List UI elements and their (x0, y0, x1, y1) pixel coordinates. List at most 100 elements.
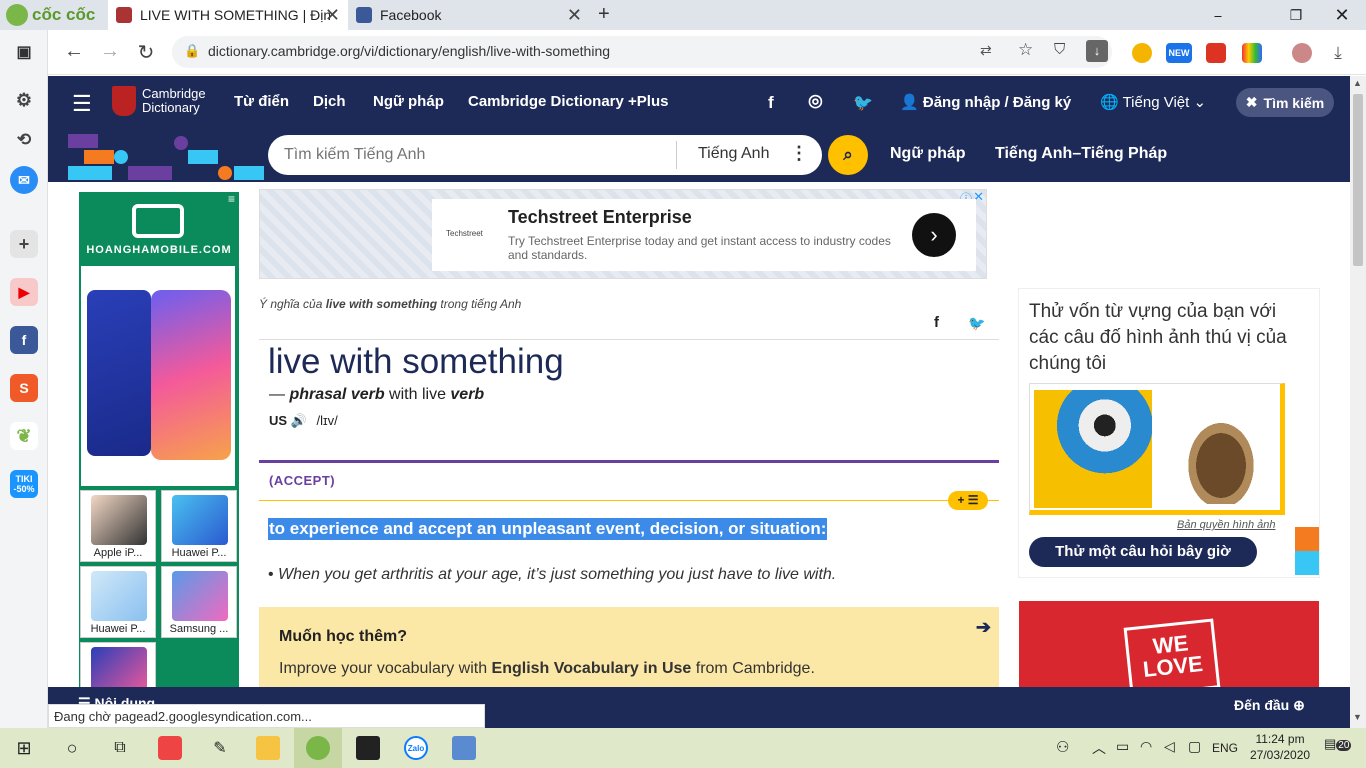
close-tab-icon[interactable]: ✕ (325, 5, 340, 26)
sub-nav-grammar[interactable]: Ngữ pháp (890, 145, 966, 163)
wifi-icon[interactable]: ◠ (1140, 738, 1152, 755)
language-selector[interactable]: 🌐 Tiếng Việt ⌄ (1100, 93, 1206, 111)
minimize-icon[interactable]: ⎯ (1196, 0, 1240, 30)
forward-icon[interactable]: → (98, 40, 122, 63)
more-options-icon[interactable]: ⋮ (790, 143, 808, 164)
image-copyright[interactable]: Bản quyền hình ảnh (1177, 519, 1275, 531)
decor-blue (1295, 551, 1319, 575)
downloads-icon[interactable]: ⤓ (1328, 43, 1348, 63)
clock[interactable]: 11:24 pm 27/03/2020 (1250, 731, 1310, 763)
product-tile[interactable] (80, 642, 156, 687)
page-scrollbar[interactable]: ▲ ▼ (1350, 76, 1366, 728)
sticky-notes-icon[interactable] (356, 736, 380, 760)
youtube-icon[interactable]: ▶ (10, 278, 38, 306)
volume-icon[interactable]: ◁ (1164, 738, 1175, 755)
ad-menu-icon[interactable]: ≡ (228, 192, 235, 206)
translate-icon[interactable]: ⇄ (980, 42, 992, 59)
facebook-icon[interactable]: f (768, 93, 774, 113)
file-explorer-icon[interactable] (256, 736, 280, 760)
tab-title: LIVE WITH SOMETHING | Định (140, 7, 330, 23)
product-tile[interactable]: Huawei P... (161, 490, 237, 562)
chrome-ext-icon[interactable] (1132, 43, 1152, 63)
url-field[interactable]: 🔒 dictionary.cambridge.org/vi/dictionary… (172, 36, 1112, 68)
nav-dictionary[interactable]: Từ điển (234, 93, 289, 110)
tray-expand-icon[interactable]: ︿ (1092, 738, 1106, 758)
search-input[interactable] (284, 143, 664, 167)
colors-ext-icon[interactable] (1242, 43, 1262, 63)
bookmark-star-icon[interactable]: ☆ (1018, 40, 1033, 60)
messenger-icon[interactable]: ✉ (10, 166, 38, 194)
add-to-list-button[interactable]: + ☰ (948, 491, 988, 510)
back-to-top-link[interactable]: Đến đầu ⊕ (1234, 697, 1305, 714)
close-window-icon[interactable]: ✕ (1320, 0, 1364, 30)
battery-icon[interactable]: ▭ (1116, 738, 1129, 755)
tab-cambridge[interactable]: LIVE WITH SOMETHING | Định ✕ (108, 0, 348, 30)
learn-more-box[interactable]: Muốn học thêm? ➔ Improve your vocabulary… (259, 607, 999, 687)
display-icon[interactable]: ▢ (1188, 738, 1201, 755)
download-ext-icon[interactable]: ↓ (1086, 40, 1108, 62)
share-facebook-icon[interactable]: f (934, 314, 939, 331)
close-tab-icon[interactable]: ✕ (567, 5, 582, 26)
leaf-app-icon[interactable]: ❦ (10, 422, 38, 450)
restore-icon[interactable]: ❐ (1274, 0, 1318, 30)
facebook-icon[interactable]: f (10, 326, 38, 354)
quiz-button[interactable]: Thử một câu hỏi bây giờ (1029, 537, 1257, 567)
page-viewport: ☰ Cambridge Dictionary Từ điển Dịch Ngữ … (48, 76, 1350, 687)
ad-next-button[interactable]: › (912, 213, 956, 257)
sidebar-panel-icon[interactable]: ▣ (10, 38, 38, 66)
lock-icon: 🔒 (184, 43, 201, 58)
red-ext-icon[interactable] (1206, 43, 1226, 63)
ad-card[interactable]: Techstreet Techstreet Enterprise Try Tec… (432, 199, 976, 271)
new-tab-icon[interactable]: + (598, 3, 610, 26)
quiz-image[interactable] (1029, 383, 1285, 515)
nav-plus[interactable]: Cambridge Dictionary +Plus (468, 93, 668, 110)
instagram-icon[interactable]: ◎ (808, 91, 823, 111)
scroll-thumb[interactable] (1353, 94, 1363, 266)
coccoc-task-active[interactable] (294, 728, 342, 768)
sub-nav-english-french[interactable]: Tiếng Anh–Tiếng Pháp (995, 145, 1167, 163)
speaker-icon[interactable]: 🔊 (291, 413, 311, 428)
scroll-down-icon[interactable]: ▼ (1353, 712, 1362, 722)
menu-icon[interactable]: ☰ (72, 91, 92, 117)
reload-icon[interactable]: ↻ (134, 40, 158, 65)
product-tile[interactable]: Samsung ... (161, 566, 237, 638)
input-language[interactable]: ENG (1212, 741, 1238, 755)
close-search-button[interactable]: ✖ Tìm kiếm (1236, 88, 1334, 117)
zalo-icon[interactable]: Zalo (404, 736, 428, 760)
cambridge-logo[interactable]: Cambridge Dictionary (112, 86, 206, 116)
avatar[interactable] (1292, 43, 1312, 63)
search-button[interactable]: ⌕ (828, 135, 868, 175)
settings-gear-icon[interactable]: ⚙ (10, 86, 38, 114)
nav-grammar[interactable]: Ngữ pháp (373, 93, 444, 110)
task-view-icon[interactable]: ⧉ (108, 736, 132, 760)
add-app-icon[interactable]: + (10, 230, 38, 258)
product-tile[interactable]: Huawei P... (80, 566, 156, 638)
tiki-app-icon[interactable]: TIKI -50% (10, 470, 38, 498)
back-icon[interactable]: ← (62, 40, 86, 63)
share-twitter-icon[interactable]: 🐦 (968, 315, 985, 332)
paint-app-icon[interactable]: ✎ (208, 736, 232, 760)
search-language-selector[interactable]: Tiếng Anh (698, 145, 769, 163)
windows-start-icon[interactable]: ⊞ (12, 736, 36, 760)
right-ad[interactable]: WE LOVE (1019, 601, 1319, 687)
learn-link[interactable]: English Vocabulary in Use (492, 660, 692, 677)
tab-facebook[interactable]: Facebook ✕ (348, 0, 590, 30)
left-ad[interactable]: ≡ HOANGHAMOBILE.COM Apple iP... Huawei P… (79, 192, 239, 687)
app-icon-1[interactable] (158, 736, 182, 760)
nav-translate[interactable]: Dịch (313, 93, 346, 110)
people-icon[interactable]: ⚇ (1056, 738, 1069, 756)
product-tile[interactable]: Apple iP... (80, 490, 156, 562)
app-icon-2[interactable] (452, 736, 476, 760)
twitter-icon[interactable]: 🐦 (853, 93, 873, 113)
login-link[interactable]: 👤 Đăng nhập / Đăng ký (900, 93, 1071, 111)
shield-icon[interactable]: ⛉ (1054, 41, 1065, 58)
top-ad[interactable]: ⓘ ✕ Techstreet Techstreet Enterprise Try… (259, 189, 987, 279)
coccoc-logo[interactable]: cốc cốc (6, 4, 95, 26)
notifications-icon[interactable]: ▤ 20 (1324, 736, 1352, 752)
scroll-up-icon[interactable]: ▲ (1353, 78, 1362, 88)
history-icon[interactable]: ⟲ (10, 126, 38, 154)
shopee-icon[interactable]: S (10, 374, 38, 402)
search-circle-icon[interactable]: ○ (60, 736, 84, 760)
arrow-right-icon[interactable]: ➔ (976, 617, 991, 638)
new-ext-icon[interactable]: NEW (1166, 43, 1192, 63)
